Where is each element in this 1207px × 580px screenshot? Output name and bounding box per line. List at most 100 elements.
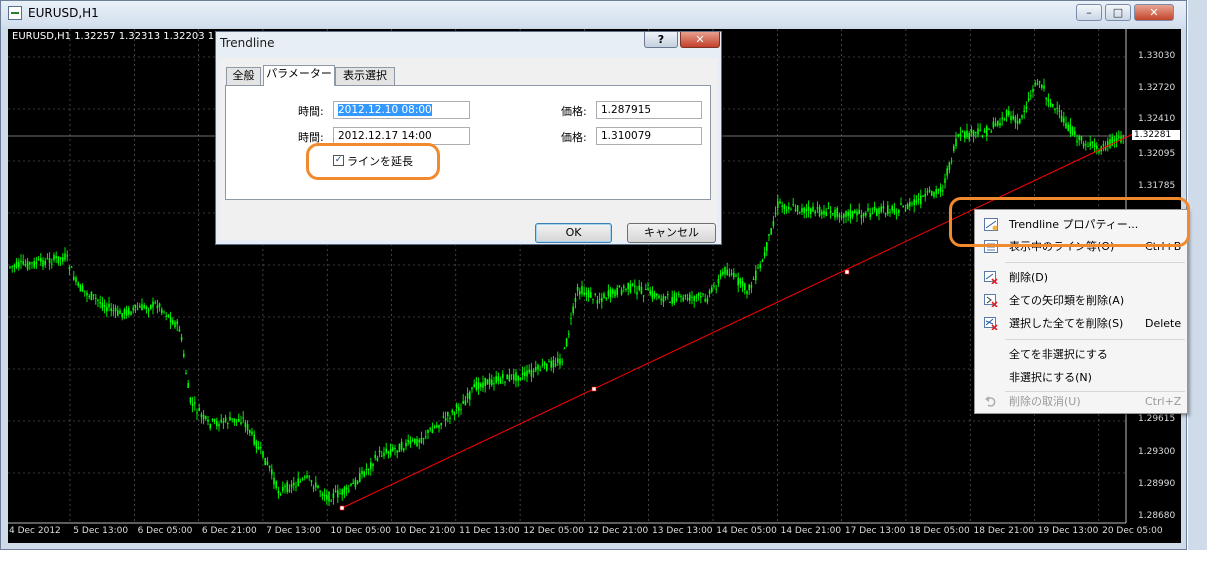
chart-app-icon — [8, 6, 22, 20]
time1-input[interactable]: 2012.12.10 08:00 — [333, 101, 470, 119]
candle-body — [581, 286, 583, 294]
candle-body — [86, 292, 88, 296]
candle-body — [576, 286, 579, 291]
trendline-anchor-point — [591, 386, 597, 392]
candle-body — [675, 298, 678, 301]
candle-body — [458, 407, 460, 411]
candle-body — [429, 428, 431, 430]
candle-body — [935, 189, 937, 194]
candle-body — [1016, 120, 1019, 124]
candle-body — [790, 209, 792, 211]
candle-body — [649, 290, 651, 295]
candle-body — [882, 206, 885, 209]
candle-body — [726, 269, 728, 275]
candle-body — [900, 203, 902, 205]
candle-body — [139, 305, 141, 308]
candle-body — [345, 487, 348, 490]
candle-body — [185, 373, 187, 375]
candle-body — [871, 213, 874, 215]
candle-body — [781, 205, 783, 207]
candle-body — [783, 204, 786, 210]
candle-body — [642, 295, 645, 297]
menu-item-delete-arrows[interactable]: 全ての矢印類を削除(A) — [975, 290, 1187, 312]
menu-shortcut: Delete — [1145, 317, 1182, 330]
candle-body — [323, 494, 326, 497]
candle-body — [741, 280, 744, 287]
candle-body — [286, 482, 288, 492]
cancel-button[interactable]: キャンセル — [627, 223, 716, 243]
candle-body — [730, 273, 733, 275]
tab-general[interactable]: 全般 — [226, 67, 261, 85]
candle-body — [889, 211, 891, 213]
candle-body — [57, 256, 60, 264]
candle-body — [464, 400, 467, 406]
candle-body — [970, 129, 973, 134]
candle-body — [724, 267, 726, 275]
candle-body — [471, 387, 473, 390]
candle-body — [37, 259, 40, 261]
candle-body — [920, 195, 922, 205]
close-window-button[interactable]: ✕ — [1134, 4, 1174, 21]
candle-body — [851, 211, 854, 217]
candle-body — [944, 178, 946, 184]
window-titlebar[interactable]: EURUSD,H1 – □ ✕ — [1, 1, 1186, 27]
menu-item-undo-delete[interactable]: 削除の取消(U) Ctrl+Z — [975, 391, 1187, 413]
trendline-anchor-point — [339, 505, 345, 511]
candle-body — [713, 286, 715, 288]
candle-body — [682, 297, 684, 301]
candle-body — [1069, 124, 1072, 134]
time-tick-label: 11 Dec 13:00 — [459, 526, 520, 536]
candle-body — [207, 419, 209, 422]
candle-body — [607, 290, 610, 296]
candle-body — [128, 308, 130, 315]
help-button[interactable]: ? — [644, 32, 678, 48]
candle-body — [647, 288, 649, 291]
time-tick-label: 6 Dec 05:00 — [137, 526, 193, 536]
tab-display[interactable]: 表示選択 — [335, 67, 395, 85]
candle-body — [526, 370, 528, 377]
menu-item-deselect[interactable]: 非選択にする(N) — [975, 367, 1187, 389]
menu-item-delete-selected[interactable]: 選択した全てを削除(S) Delete — [975, 313, 1187, 335]
candle-body — [684, 295, 687, 297]
candle-body — [227, 423, 229, 425]
candle-body — [977, 128, 979, 135]
dialog-close-button[interactable]: ✕ — [680, 32, 720, 48]
candle-body — [706, 298, 709, 302]
candle-body — [651, 291, 654, 299]
candle-body — [337, 490, 339, 498]
candle-body — [103, 304, 106, 307]
price-tick-label: 1.32410 — [1138, 114, 1176, 124]
candle-body — [733, 272, 735, 278]
candle-body — [156, 305, 159, 309]
candle-body — [31, 262, 33, 264]
candle-body — [1021, 115, 1023, 118]
price-tick-label: 1.29300 — [1138, 447, 1176, 457]
tab-parameters[interactable]: パラメーター — [263, 65, 335, 86]
ok-button[interactable]: OK — [535, 223, 612, 243]
candle-body — [352, 482, 354, 484]
time-tick-label: 6 Dec 21:00 — [201, 526, 257, 536]
candle-body — [744, 283, 746, 291]
candle-body — [297, 478, 299, 486]
menu-item-delete[interactable]: 削除(D) — [975, 267, 1187, 289]
menu-item-deselect-all[interactable]: 全てを非選択にする — [975, 344, 1187, 366]
candle-body — [33, 260, 35, 268]
candle-body — [689, 294, 691, 301]
candle-body — [1054, 108, 1056, 110]
candle-body — [1003, 119, 1006, 121]
candle-body — [827, 207, 830, 209]
minimize-button[interactable]: – — [1076, 4, 1102, 21]
candle-body — [818, 206, 821, 216]
candle-body — [319, 491, 321, 493]
price1-input[interactable]: 1.287915 — [596, 101, 702, 119]
candle-body — [308, 475, 310, 477]
candle-body — [796, 205, 799, 212]
candle-body — [585, 292, 588, 295]
candle-body — [114, 307, 117, 312]
candle-body — [638, 285, 640, 291]
price2-input[interactable]: 1.310079 — [596, 127, 702, 145]
maximize-button[interactable]: □ — [1105, 4, 1131, 21]
candle-body — [772, 221, 775, 227]
candle-body — [202, 414, 205, 420]
time-tick-label: 12 Dec 05:00 — [523, 526, 584, 536]
